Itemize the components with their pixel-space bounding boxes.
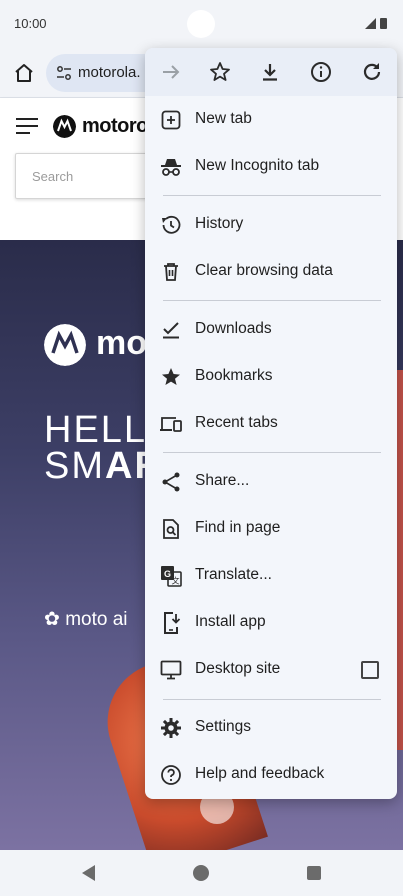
menu-item-downloads[interactable]: Downloads: [145, 307, 397, 353]
forward-icon[interactable]: [159, 60, 183, 84]
share-icon: [162, 472, 180, 492]
new-tab-icon: [161, 110, 181, 130]
status-bar: 10:00: [0, 0, 403, 48]
menu-item-recent-tabs[interactable]: Recent tabs: [145, 401, 397, 447]
menu-item-label: Clear browsing data: [195, 262, 333, 279]
menu-item-help-and-feedback[interactable]: Help and feedback: [145, 752, 397, 798]
motorola-logo-icon[interactable]: [53, 115, 76, 138]
incognito-icon: [161, 159, 181, 176]
hero-logo-text: mo: [96, 324, 147, 362]
menu-item-label: Recent tabs: [195, 414, 278, 431]
moto-ai-text: moto ai: [65, 609, 128, 630]
camera-cutout: [187, 10, 215, 38]
site-logo-text[interactable]: motoro: [82, 115, 148, 138]
trash-icon: [164, 263, 178, 281]
menu-divider: [163, 699, 381, 700]
system-nav-bar: [0, 850, 403, 896]
help-icon: [161, 765, 181, 785]
menu-item-label: Desktop site: [195, 660, 281, 677]
install-app-icon: [164, 612, 181, 634]
site-search-placeholder: Search: [32, 169, 74, 184]
devices-icon: [160, 417, 182, 432]
menu-item-history[interactable]: History: [145, 202, 397, 248]
menu-item-settings[interactable]: Settings: [145, 705, 397, 751]
menu-item-label: Help and feedback: [195, 765, 325, 782]
recents-icon[interactable]: [307, 866, 321, 880]
find-in-page-icon: [163, 519, 179, 539]
menu-item-new-incognito-tab[interactable]: New Incognito tab: [145, 144, 397, 190]
menu-item-label: New tab: [195, 110, 252, 127]
menu-item-translate[interactable]: G 文 Translate...: [145, 553, 397, 599]
menu-item-label: Find in page: [195, 519, 281, 536]
menu-item-label: History: [195, 215, 244, 232]
overflow-menu: New tab New Incognito tab History Clear …: [145, 48, 397, 799]
menu-item-label: Translate...: [195, 566, 272, 583]
downloads-check-icon: [163, 322, 179, 339]
menu-divider: [163, 452, 381, 453]
star-icon: [162, 368, 180, 385]
hamburger-menu-icon[interactable]: [16, 118, 38, 136]
desktop-icon: [160, 660, 182, 680]
menu-action-row: [145, 48, 397, 96]
bookmark-star-icon[interactable]: [208, 60, 232, 84]
signal-battery-icon: [365, 18, 387, 29]
menu-item-find-in-page[interactable]: Find in page: [145, 506, 397, 552]
menu-item-label: Settings: [195, 718, 252, 735]
moto-ai-label: ✿ moto ai: [44, 608, 128, 631]
settings-gear-icon: [161, 718, 181, 738]
refresh-icon[interactable]: [360, 60, 384, 84]
svg-text:文: 文: [172, 576, 180, 586]
menu-item-label: Install app: [195, 613, 266, 630]
menu-item-share[interactable]: Share...: [145, 459, 397, 505]
menu-item-install-app[interactable]: Install app: [145, 600, 397, 646]
hero-line2-a: SM: [44, 445, 105, 487]
hero-motorola-logo-icon: [44, 324, 86, 366]
menu-divider: [163, 195, 381, 196]
menu-item-bookmarks[interactable]: Bookmarks: [145, 354, 397, 400]
history-icon: [162, 215, 181, 234]
home-nav-icon[interactable]: [193, 865, 209, 881]
menu-item-label: Bookmarks: [195, 367, 273, 384]
url-text: motorola.: [78, 64, 141, 81]
menu-item-clear-browsing-data[interactable]: Clear browsing data: [145, 249, 397, 295]
menu-item-new-tab[interactable]: New tab: [145, 97, 397, 143]
menu-item-desktop-site[interactable]: Desktop site: [145, 647, 397, 693]
home-icon[interactable]: [12, 61, 36, 85]
status-time: 10:00: [14, 16, 47, 31]
svg-text:G: G: [164, 569, 171, 579]
desktop-site-checkbox[interactable]: [361, 661, 379, 679]
menu-item-label: New Incognito tab: [195, 157, 320, 174]
translate-icon: G 文: [161, 566, 182, 587]
menu-divider: [163, 300, 381, 301]
moto-ai-flower-icon: ✿: [44, 609, 60, 630]
site-settings-icon[interactable]: [56, 65, 72, 81]
info-icon[interactable]: [309, 60, 333, 84]
back-icon[interactable]: [82, 865, 95, 881]
menu-item-label: Downloads: [195, 320, 272, 337]
download-icon[interactable]: [258, 60, 282, 84]
menu-item-label: Share...: [195, 472, 250, 489]
